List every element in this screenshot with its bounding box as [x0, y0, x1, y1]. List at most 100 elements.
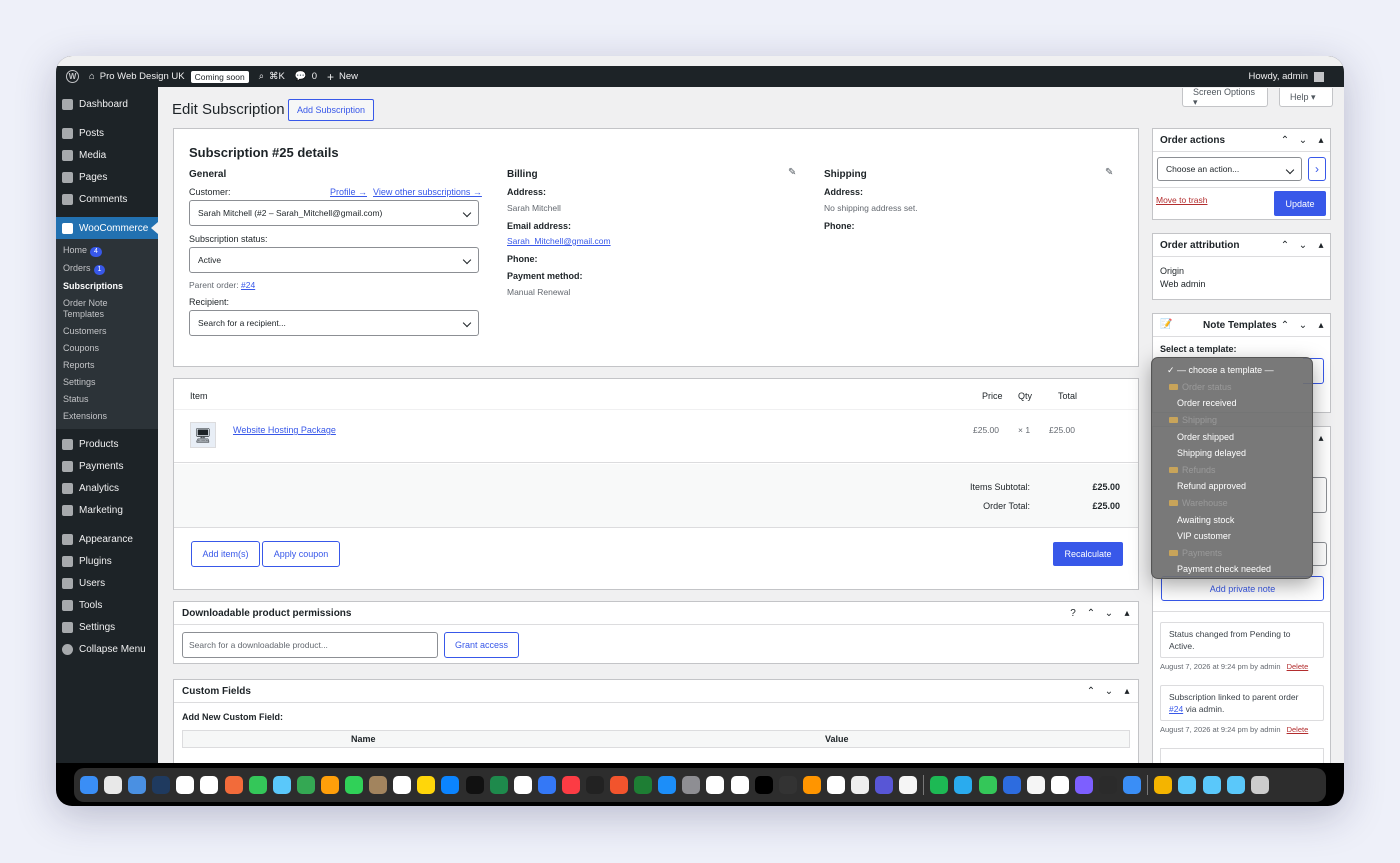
submenu-subscriptions[interactable]: Subscriptions — [56, 278, 158, 295]
dock-app-icon[interactable] — [1123, 776, 1142, 794]
dock-app-icon[interactable] — [489, 776, 508, 794]
dock-app-icon[interactable] — [561, 776, 580, 794]
chevron-down-icon[interactable]: ⌄ — [1104, 686, 1114, 697]
submenu-orders[interactable]: Orders 1 — [56, 260, 158, 278]
chevron-up-icon[interactable]: ⌃ — [1086, 686, 1096, 697]
submenu-coupons[interactable]: Coupons — [56, 340, 158, 357]
dock-app-icon[interactable] — [513, 776, 532, 794]
sidebar-item-users[interactable]: Users — [56, 572, 158, 594]
dock-app-icon[interactable] — [104, 776, 123, 794]
dock-app-icon[interactable] — [826, 776, 845, 794]
dock-app-icon[interactable] — [200, 776, 219, 794]
move-to-trash-link[interactable]: Move to trash — [1156, 195, 1208, 205]
sidebar-item-marketing[interactable]: Marketing — [56, 499, 158, 521]
dock-app-icon[interactable] — [465, 776, 484, 794]
dock-app-icon[interactable] — [682, 776, 701, 794]
sidebar-item-pages[interactable]: Pages — [56, 166, 158, 188]
command-palette[interactable]: ⌕ ⌘K — [259, 71, 285, 82]
dock-app-icon[interactable] — [224, 776, 243, 794]
toggle-panel-icon[interactable]: ▴ — [1316, 320, 1326, 331]
sidebar-item-analytics[interactable]: Analytics — [56, 477, 158, 499]
parent-order-link[interactable]: #24 — [241, 280, 255, 290]
product-link[interactable]: Website Hosting Package — [233, 425, 336, 435]
dock-app-icon[interactable] — [1099, 776, 1118, 794]
add-private-note-button[interactable]: Add private note — [1161, 576, 1324, 601]
sidebar-item-products[interactable]: Products — [56, 433, 158, 455]
customer-select[interactable]: Sarah Mitchell (#2 – Sarah_Mitchell@gmai… — [189, 200, 479, 226]
dropdown-option[interactable]: Order received — [1152, 395, 1312, 412]
dock-app-icon[interactable] — [152, 776, 171, 794]
dropdown-option[interactable]: Order shipped — [1152, 428, 1312, 445]
dock-app-icon[interactable] — [176, 776, 195, 794]
download-search-input[interactable]: Search for a downloadable product... — [182, 632, 438, 658]
coming-soon-badge[interactable]: Coming soon — [190, 70, 249, 83]
add-items-button[interactable]: Add item(s) — [191, 541, 260, 567]
profile-link[interactable]: Profile → — [330, 187, 367, 197]
chevron-down-icon[interactable]: ⌄ — [1298, 320, 1308, 331]
sidebar-item-media[interactable]: Media — [56, 144, 158, 166]
chevron-down-icon[interactable]: ⌄ — [1104, 608, 1114, 619]
new-content-link[interactable]: + New — [327, 70, 358, 84]
sidebar-item-plugins[interactable]: Plugins — [56, 550, 158, 572]
comments-link[interactable]: 💬 0 — [295, 71, 317, 82]
dock-app-icon[interactable] — [706, 776, 725, 794]
help-button[interactable]: Help ▾ — [1279, 88, 1333, 107]
dock-app-icon[interactable] — [1250, 776, 1269, 794]
screen-options-button[interactable]: Screen Options ▾ — [1182, 87, 1268, 107]
toggle-panel-icon[interactable]: ▴ — [1122, 608, 1132, 619]
dock-app-icon[interactable] — [978, 776, 997, 794]
dock-app-icon[interactable] — [537, 776, 556, 794]
dock-app-icon[interactable] — [393, 776, 412, 794]
view-other-subscriptions-link[interactable]: View other subscriptions → — [373, 187, 482, 197]
dock-app-icon[interactable] — [634, 776, 653, 794]
submenu-extensions[interactable]: Extensions — [56, 408, 158, 425]
submenu-home[interactable]: Home 4 — [56, 242, 158, 260]
dock-app-icon[interactable] — [272, 776, 291, 794]
dock-app-icon[interactable] — [754, 776, 773, 794]
apply-action-button[interactable]: › — [1308, 157, 1326, 181]
chevron-down-icon[interactable]: ⌄ — [1298, 135, 1308, 146]
chevron-up-icon[interactable]: ⌃ — [1280, 135, 1290, 146]
dock-app-icon[interactable] — [1202, 776, 1221, 794]
dock-app-icon[interactable] — [610, 776, 629, 794]
edit-billing-pencil-icon[interactable]: ✎ — [788, 167, 796, 178]
recipient-select[interactable]: Search for a recipient... — [189, 310, 479, 336]
dropdown-option[interactable]: Awaiting stock — [1152, 511, 1312, 528]
delete-note-link[interactable]: Delete — [1287, 662, 1309, 671]
dropdown-option[interactable]: Shipping delayed — [1152, 445, 1312, 462]
dropdown-option[interactable]: VIP customer — [1152, 528, 1312, 545]
sidebar-item-posts[interactable]: Posts — [56, 122, 158, 144]
dock-app-icon[interactable] — [417, 776, 436, 794]
submenu-settings[interactable]: Settings — [56, 374, 158, 391]
note-order-link[interactable]: #24 — [1169, 704, 1183, 714]
collapse-menu-button[interactable]: Collapse Menu — [56, 638, 158, 660]
submenu-reports[interactable]: Reports — [56, 357, 158, 374]
chevron-up-icon[interactable]: ⌃ — [1086, 608, 1096, 619]
dock-app-icon[interactable] — [851, 776, 869, 794]
dock-app-icon[interactable] — [345, 776, 364, 794]
dropdown-option[interactable]: ✓ — choose a template — — [1152, 362, 1312, 379]
dock-app-icon[interactable] — [1154, 776, 1173, 794]
apply-coupon-button[interactable]: Apply coupon — [262, 541, 340, 567]
dock-app-icon[interactable] — [585, 776, 604, 794]
help-icon[interactable]: ? — [1068, 608, 1078, 619]
wp-logo-icon[interactable]: W — [66, 70, 79, 83]
dropdown-option[interactable]: Refund approved — [1152, 478, 1312, 495]
dock-app-icon[interactable] — [1050, 776, 1069, 794]
sidebar-item-tools[interactable]: Tools — [56, 594, 158, 616]
dock-app-icon[interactable] — [658, 776, 677, 794]
dock-app-icon[interactable] — [296, 776, 315, 794]
sidebar-item-dashboard[interactable]: Dashboard — [56, 93, 158, 115]
submenu-customers[interactable]: Customers — [56, 323, 158, 340]
toggle-panel-icon[interactable]: ▴ — [1122, 686, 1132, 697]
dock-app-icon[interactable] — [128, 776, 147, 794]
dock-app-icon[interactable] — [1226, 776, 1245, 794]
dock-app-icon[interactable] — [899, 776, 918, 794]
dock-app-icon[interactable] — [954, 776, 973, 794]
chevron-up-icon[interactable]: ⌃ — [1280, 320, 1290, 331]
dock-app-icon[interactable] — [1178, 776, 1197, 794]
edit-shipping-pencil-icon[interactable]: ✎ — [1105, 167, 1113, 178]
dock-app-icon[interactable] — [1026, 776, 1045, 794]
dock-app-icon[interactable] — [1074, 776, 1093, 794]
add-subscription-button[interactable]: Add Subscription — [288, 99, 375, 121]
